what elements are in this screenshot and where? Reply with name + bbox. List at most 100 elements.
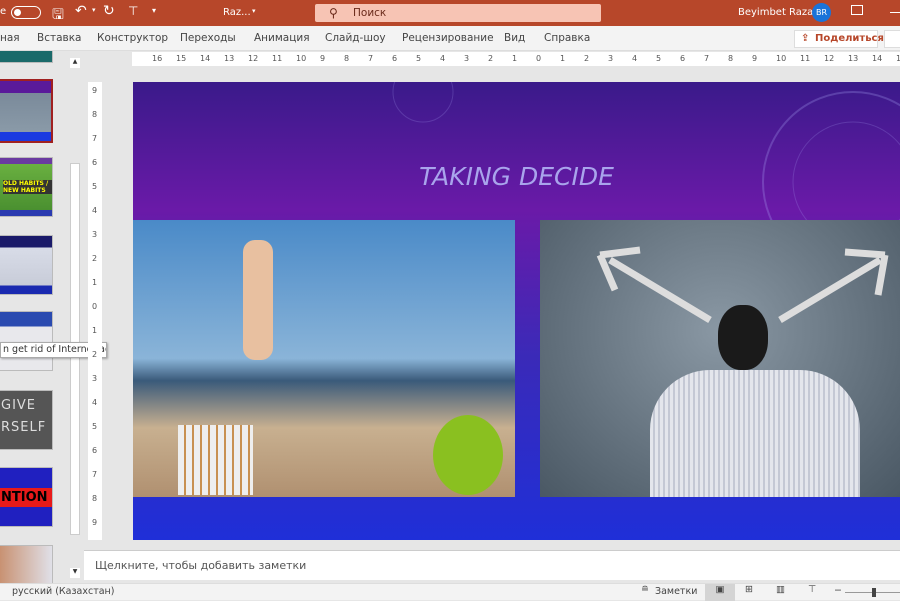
ruler-tick-label: 3 — [464, 54, 470, 63]
horizontal-ruler: 16 15 14 13 12 11 10 9 8 7 6 5 4 3 2 1 0 1 2 3 4 5 6 7 8 9 10 11 12 1… — [132, 52, 900, 66]
comments-button[interactable] — [884, 30, 900, 48]
tab-view[interactable]: Вид — [504, 32, 525, 44]
ruler-tick-label: 13 — [224, 54, 235, 63]
notes-button[interactable]: Заметки — [655, 586, 697, 597]
ruler-tick-label: 1 — [512, 54, 518, 63]
zoom-out-icon[interactable]: − — [834, 585, 842, 596]
share-label: Поделиться — [815, 33, 884, 44]
ruler-tick-label: 7 — [368, 54, 374, 63]
ribbon-display-icon[interactable] — [851, 5, 863, 15]
ruler-tick-label: 6 — [92, 158, 98, 167]
slide-thumbnail-selected[interactable] — [0, 79, 53, 143]
normal-view-icon[interactable]: ▣ — [705, 584, 735, 601]
ruler-tick-label: 0 — [92, 302, 98, 311]
language-indicator[interactable]: русский (Казахстан) — [12, 586, 114, 597]
slide-thumbnail[interactable] — [0, 311, 53, 371]
ruler-tick-label: 14 — [872, 54, 883, 63]
cigarettes-image — [178, 425, 253, 495]
ruler-tick-label: 12 — [248, 54, 259, 63]
slide-thumbnail[interactable] — [0, 235, 53, 295]
ruler-tick-label: 8 — [344, 54, 350, 63]
search-input[interactable]: ⚲ Поиск — [315, 4, 601, 22]
user-name[interactable]: Beyimbet Razak — [738, 7, 819, 18]
redo-icon[interactable]: ↻ — [103, 3, 115, 19]
ruler-tick-label: 4 — [632, 54, 638, 63]
tab-help[interactable]: Справка — [544, 32, 590, 44]
man-head — [718, 305, 768, 370]
ruler-tick-label: 10 — [296, 54, 307, 63]
ruler-tick-label: 8 — [728, 54, 734, 63]
ruler-tick-label: 2 — [92, 254, 98, 263]
ruler-tick-label: 13 — [848, 54, 859, 63]
slideshow-icon[interactable]: ⊤ — [808, 584, 816, 595]
notes-placeholder: Щелкните, чтобы добавить заметки — [95, 559, 307, 572]
notes-pane[interactable]: Щелкните, чтобы добавить заметки — [84, 550, 900, 580]
ruler-tick-label: 16 — [152, 54, 163, 63]
ruler-tick-label: 4 — [92, 206, 98, 215]
man-shirt — [650, 370, 860, 497]
ruler-tick-label: 9 — [752, 54, 758, 63]
ruler-tick-label: 5 — [92, 182, 98, 191]
ruler-tick-label: 7 — [92, 134, 98, 143]
slide-thumbnail[interactable] — [0, 545, 53, 583]
man-arrows-photo[interactable] — [540, 220, 900, 497]
thumbnail-text: OLD HABITS / NEW HABITS — [3, 180, 52, 194]
ruler-tick-label: 6 — [92, 446, 98, 455]
tab-animations[interactable]: Анимация — [254, 32, 310, 44]
ruler-tick-label: 7 — [92, 470, 98, 479]
ruler-tick-label: 9 — [92, 86, 98, 95]
slide-canvas[interactable]: TAKING DECIDE — [133, 82, 900, 540]
undo-dropdown-icon[interactable]: ▾ — [92, 6, 96, 14]
thumbnails-scrollbar[interactable]: ▲ ▼ — [68, 58, 82, 580]
slide-thumbnail[interactable] — [0, 51, 53, 63]
runner-photo[interactable] — [133, 220, 515, 497]
slide-thumbnail[interactable]: GIVE RSELF — [0, 390, 53, 450]
thumbnail-text: GIVE RSELF — [1, 398, 47, 435]
ruler-tick-label: 9 — [320, 54, 326, 63]
save-icon[interactable]: 🖫 — [52, 4, 64, 28]
ruler-tick-label: 15 — [896, 54, 900, 63]
ruler-tick-label: 12 — [824, 54, 835, 63]
runner-figure — [243, 240, 273, 360]
notes-icon: ≘ — [641, 584, 649, 595]
ruler-tick-label: 2 — [92, 350, 98, 359]
ruler-tick-label: 11 — [800, 54, 811, 63]
slide-thumbnail[interactable]: NTION — [0, 467, 53, 527]
ruler-tick-label: 2 — [488, 54, 494, 63]
slide-sorter-icon[interactable]: ⊞ — [745, 584, 753, 595]
ruler-tick-label: 3 — [92, 374, 98, 383]
status-bar: русский (Казахстан) ≘ Заметки ▣ ⊞ ▥ ⊤ − — [0, 583, 900, 601]
apple-image — [433, 415, 503, 495]
thumbnail-text: NTION — [0, 488, 52, 507]
tab-home[interactable]: ная — [0, 32, 20, 44]
present-icon[interactable]: ⊤ — [128, 4, 138, 18]
tab-review[interactable]: Рецензирование — [402, 32, 494, 44]
tab-transitions[interactable]: Переходы — [180, 32, 236, 44]
doc-name-chevron-icon[interactable]: ▾ — [252, 7, 256, 15]
ruler-tick-label: 14 — [200, 54, 211, 63]
scroll-down-icon[interactable]: ▼ — [70, 568, 80, 578]
share-button[interactable]: ⇪ Поделиться — [794, 30, 884, 48]
scroll-up-icon[interactable]: ▲ — [70, 58, 80, 68]
share-icon: ⇪ — [801, 33, 810, 44]
avatar[interactable]: BR — [812, 3, 831, 22]
tab-design[interactable]: Конструктор — [97, 32, 168, 44]
tab-slideshow[interactable]: Слайд-шоу — [325, 32, 386, 44]
minimize-icon[interactable] — [890, 12, 900, 13]
ruler-tick-label: 10 — [776, 54, 787, 63]
undo-icon[interactable]: ↶ — [75, 3, 87, 19]
slide-title[interactable]: TAKING DECIDE — [133, 162, 900, 191]
ruler-tick-label: 0 — [536, 54, 542, 63]
ruler-tick-label: 4 — [440, 54, 446, 63]
slide-thumbnail[interactable]: OLD HABITS / NEW HABITS — [0, 157, 53, 217]
document-name[interactable]: Raz... — [223, 7, 251, 18]
autosave-label: e — [0, 6, 7, 17]
reading-view-icon[interactable]: ▥ — [776, 584, 785, 595]
ruler-tick-label: 1 — [92, 326, 98, 335]
autosave-toggle[interactable] — [11, 6, 41, 19]
tab-insert[interactable]: Вставка — [37, 32, 82, 44]
ruler-tick-label: 5 — [656, 54, 662, 63]
zoom-slider-thumb[interactable] — [872, 588, 876, 597]
customize-toolbar-icon[interactable]: ▾ — [152, 6, 156, 15]
ribbon-tabs: ная Вставка Конструктор Переходы Анимаци… — [0, 26, 900, 51]
